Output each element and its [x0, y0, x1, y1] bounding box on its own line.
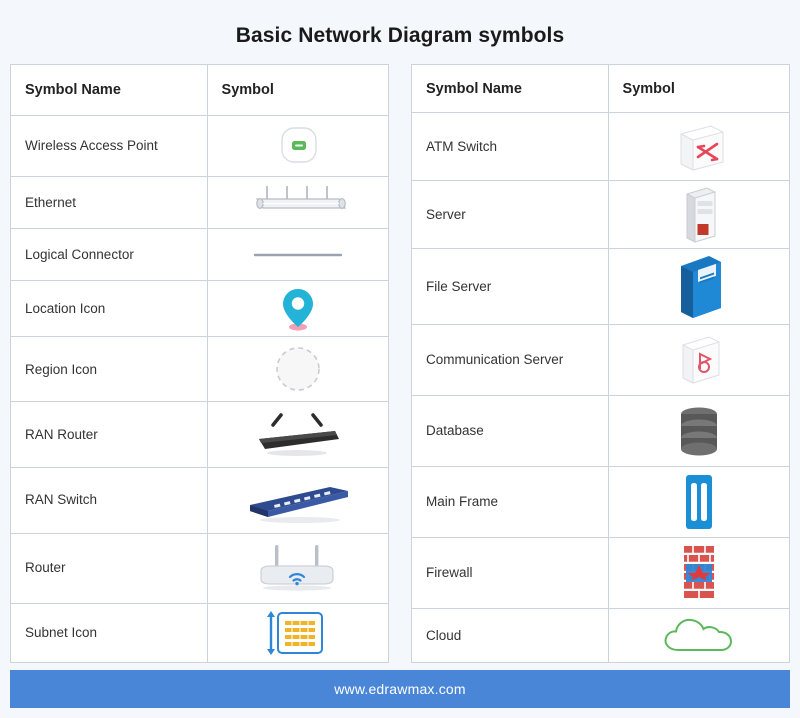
- symbol-cell: [206, 602, 390, 664]
- communication-server-icon: [609, 331, 789, 389]
- table-row[interactable]: Server: [411, 180, 791, 249]
- symbol-cell: [607, 180, 791, 249]
- server-icon: [609, 184, 789, 246]
- ethernet-bus-icon: [208, 182, 388, 224]
- column-header-symbol-name: Symbol Name: [10, 64, 208, 116]
- left-symbol-table: Symbol Name Symbol Wireless Access Point: [10, 64, 390, 664]
- symbol-cell: [206, 176, 390, 230]
- table-row[interactable]: Main Frame: [411, 466, 791, 538]
- symbol-name-cell: RAN Switch: [10, 466, 208, 534]
- table-row[interactable]: Ethernet: [10, 176, 390, 230]
- logical-connector-icon: [208, 237, 388, 273]
- symbol-name-cell: RAN Router: [10, 401, 208, 468]
- table-row[interactable]: Wireless Access Point: [10, 114, 390, 178]
- right-symbol-table: Symbol Name Symbol ATM Switch Server Fil…: [411, 64, 791, 663]
- location-pin-icon: [208, 284, 388, 334]
- table-row[interactable]: Router: [10, 532, 390, 604]
- footer-url[interactable]: www.edrawmax.com: [334, 681, 466, 697]
- cloud-icon: [609, 614, 789, 658]
- table-row[interactable]: ATM Switch: [411, 112, 791, 181]
- file-server-icon: [609, 252, 789, 322]
- symbol-name-cell: Firewall: [411, 537, 609, 609]
- symbol-name-cell: Communication Server: [411, 324, 609, 396]
- page-root: Basic Network Diagram symbols Symbol Nam…: [0, 0, 800, 718]
- symbol-name-cell: Database: [411, 395, 609, 467]
- symbol-cell: [607, 608, 791, 663]
- symbol-cell: [206, 336, 390, 403]
- symbol-cell: [607, 537, 791, 609]
- symbol-cell: [607, 395, 791, 467]
- symbol-name-cell: Router: [10, 532, 208, 604]
- symbol-name-cell: Subnet Icon: [10, 602, 208, 664]
- table-header-row: Symbol Name Symbol: [10, 64, 390, 116]
- symbol-cell: [607, 324, 791, 396]
- symbol-cell: [206, 466, 390, 534]
- table-row[interactable]: Subnet Icon: [10, 602, 390, 664]
- symbol-name-cell: Region Icon: [10, 336, 208, 403]
- table-row[interactable]: File Server: [411, 248, 791, 325]
- table-row[interactable]: Location Icon: [10, 280, 390, 338]
- symbol-cell: [206, 532, 390, 604]
- main-frame-icon: [609, 471, 789, 533]
- region-dashed-circle-icon: [208, 341, 388, 397]
- column-header-symbol-name: Symbol Name: [411, 64, 609, 113]
- column-header-symbol: Symbol: [607, 64, 791, 113]
- symbol-cell: [607, 248, 791, 325]
- symbol-name-cell: Wireless Access Point: [10, 114, 208, 178]
- symbol-cell: [607, 112, 791, 181]
- symbol-cell: [607, 466, 791, 538]
- symbol-name-cell: File Server: [411, 248, 609, 325]
- table-row[interactable]: Region Icon: [10, 336, 390, 403]
- footer-bar: www.edrawmax.com: [10, 670, 790, 708]
- table-row[interactable]: RAN Router: [10, 401, 390, 468]
- symbol-cell: [206, 114, 390, 178]
- symbol-name-cell: Main Frame: [411, 466, 609, 538]
- router-icon: [208, 539, 388, 597]
- database-icon: [609, 402, 789, 460]
- symbol-name-cell: Location Icon: [10, 280, 208, 338]
- symbol-name-cell: ATM Switch: [411, 112, 609, 181]
- table-row[interactable]: Communication Server: [411, 324, 791, 396]
- symbol-name-cell: Server: [411, 180, 609, 249]
- table-row[interactable]: Cloud: [411, 608, 791, 663]
- symbol-cell: [206, 280, 390, 338]
- ran-switch-icon: [208, 475, 388, 525]
- ran-router-icon: [208, 409, 388, 461]
- symbol-name-cell: Logical Connector: [10, 228, 208, 282]
- table-row[interactable]: Database: [411, 395, 791, 467]
- table-row[interactable]: Firewall: [411, 537, 791, 609]
- firewall-icon: [609, 542, 789, 604]
- page-title: Basic Network Diagram symbols: [235, 24, 565, 47]
- column-header-symbol: Symbol: [206, 64, 390, 116]
- table-row[interactable]: RAN Switch: [10, 466, 390, 534]
- symbol-name-cell: Ethernet: [10, 176, 208, 230]
- table-header-row: Symbol Name Symbol: [411, 64, 791, 113]
- subnet-icon: [208, 607, 388, 659]
- symbol-cell: [206, 401, 390, 468]
- symbol-cell: [206, 228, 390, 282]
- wireless-access-point-icon: [208, 122, 388, 170]
- tables-container: Symbol Name Symbol Wireless Access Point: [0, 48, 800, 664]
- atm-switch-icon: [609, 118, 789, 176]
- symbol-name-cell: Cloud: [411, 608, 609, 663]
- table-row[interactable]: Logical Connector: [10, 228, 390, 282]
